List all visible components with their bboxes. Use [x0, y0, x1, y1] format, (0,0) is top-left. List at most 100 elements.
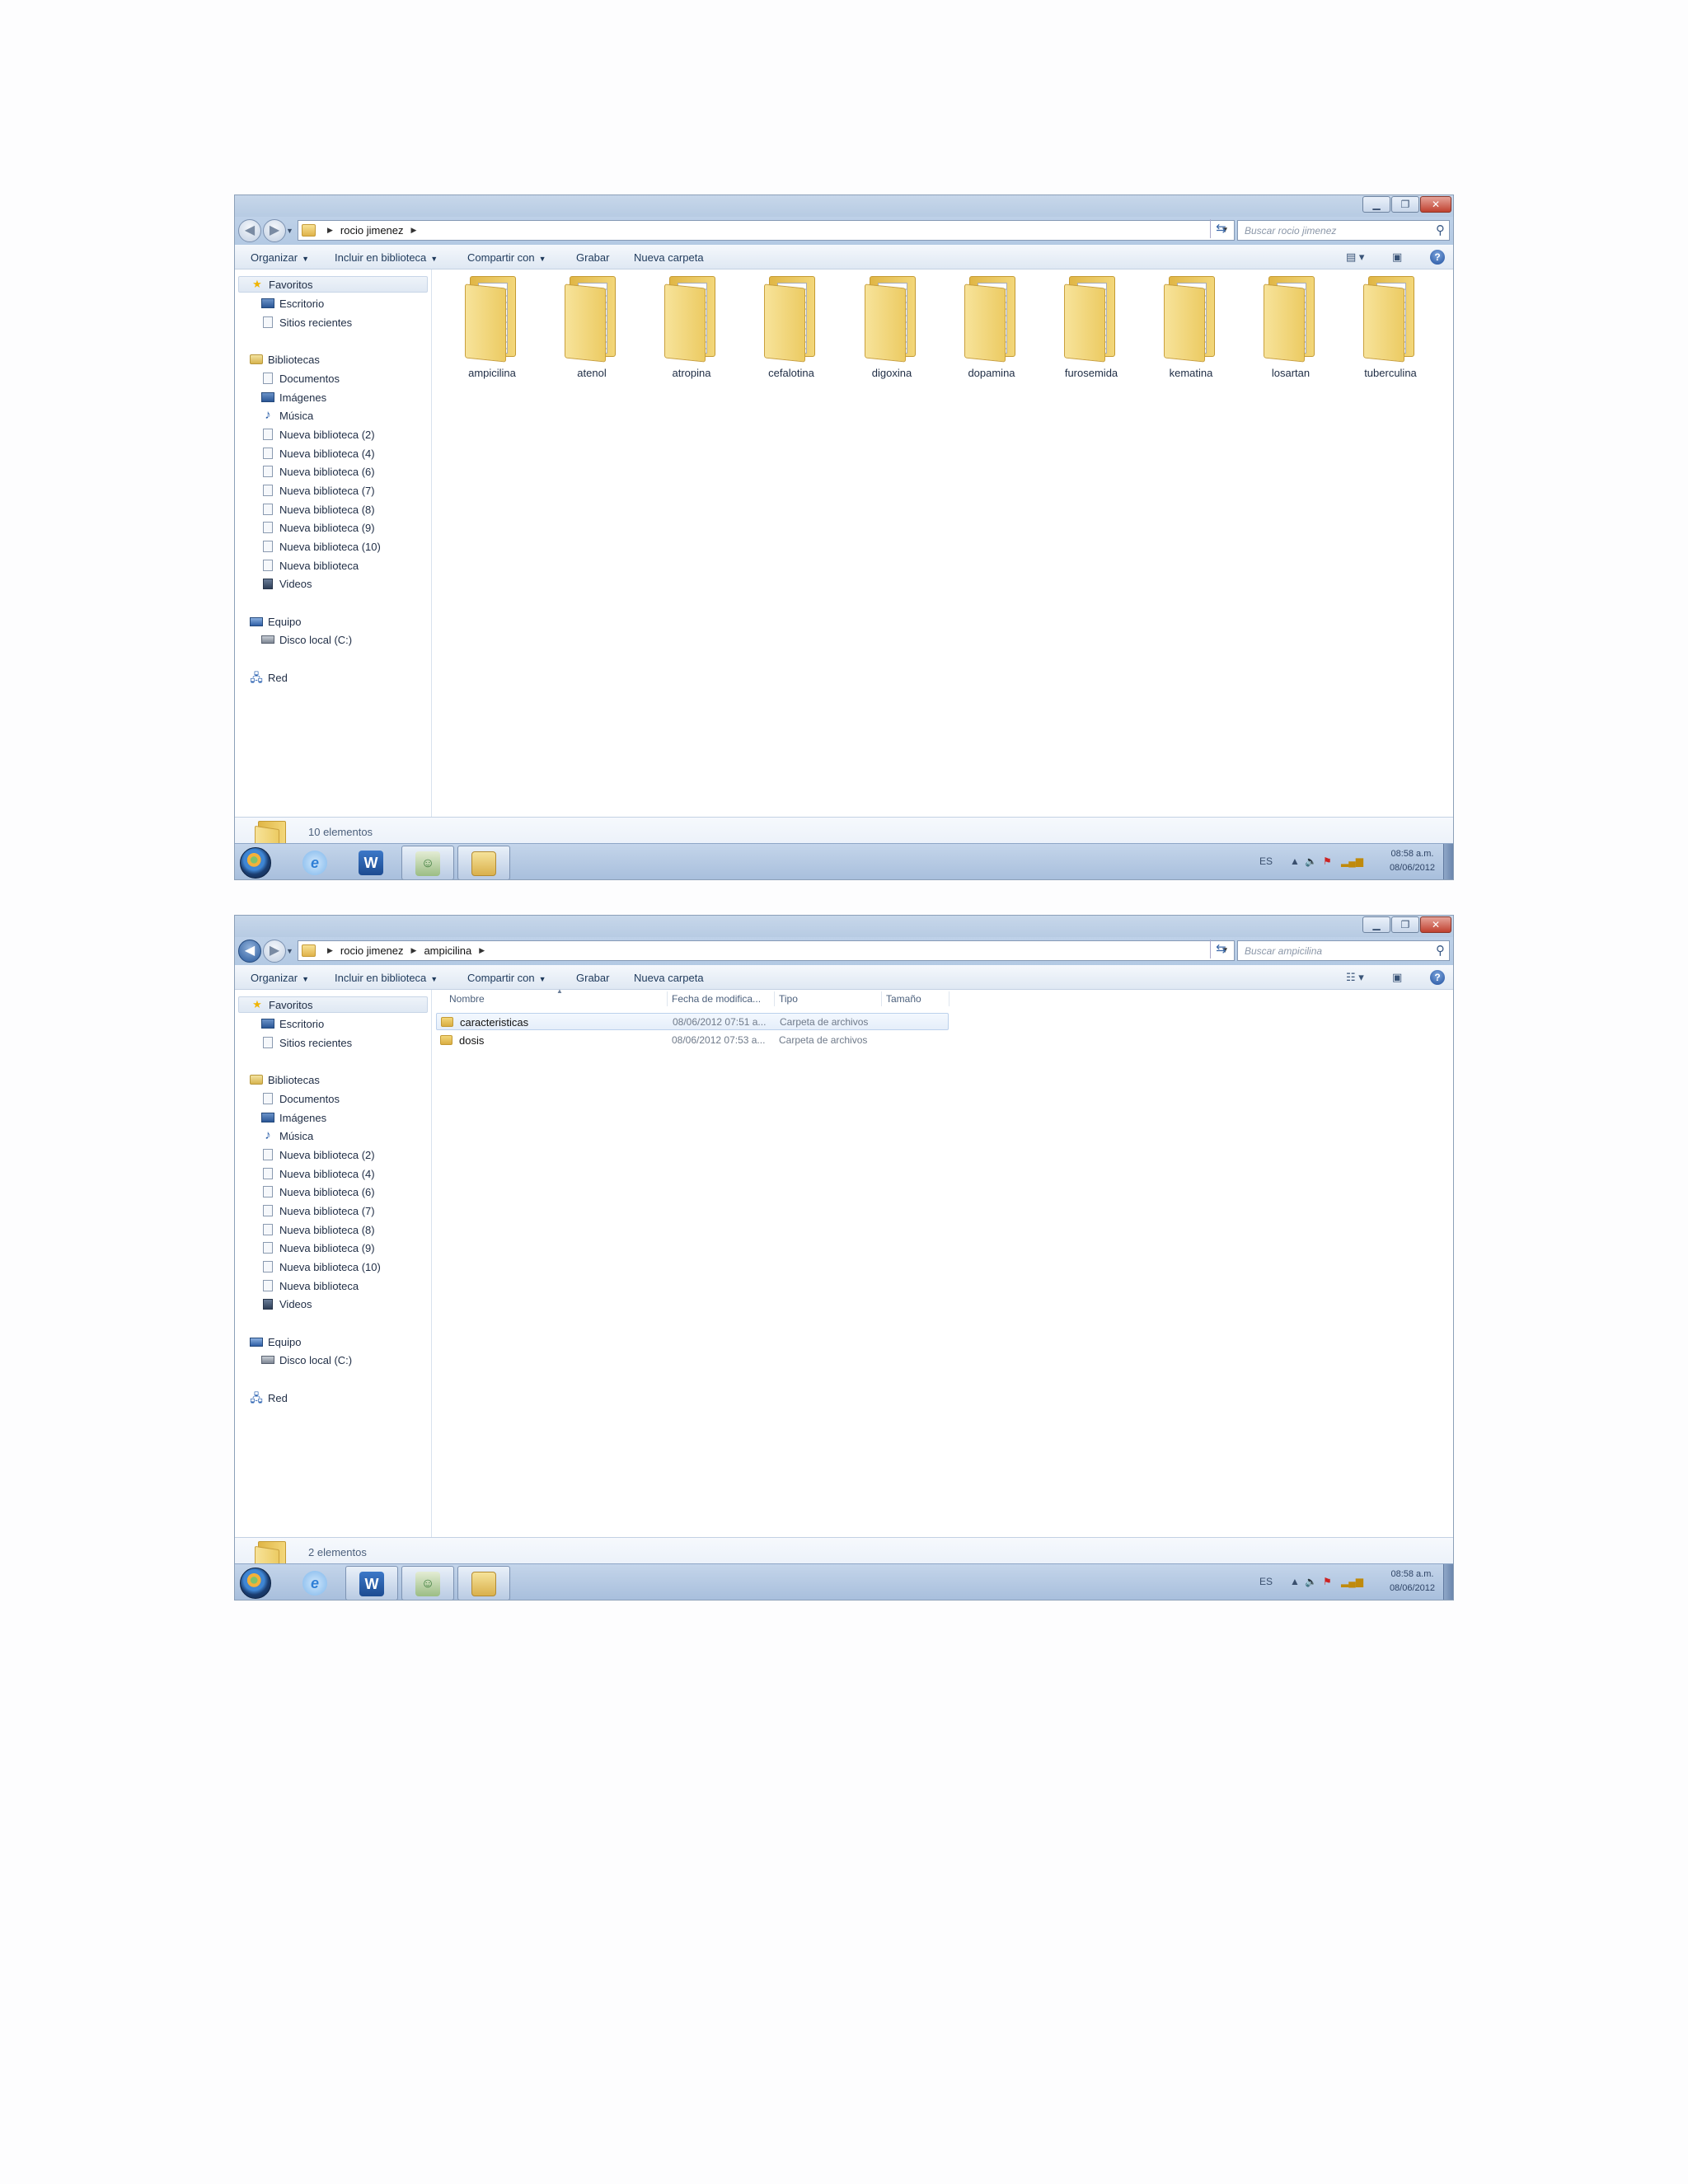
refresh-button[interactable]: ⇆	[1210, 219, 1231, 238]
nav-libraries[interactable]: Bibliotecas	[250, 1071, 320, 1088]
organize-menu[interactable]: Organizar ▼	[251, 251, 309, 264]
search-input[interactable]: Buscar rocio jimenez	[1245, 225, 1336, 237]
show-desktop-button[interactable]	[1443, 1564, 1453, 1600]
recent-pages-dropdown-icon[interactable]: ▼	[286, 947, 293, 955]
nav-library-7[interactable]: Nueva biblioteca (7)	[261, 1202, 375, 1219]
column-header-size[interactable]: Tamaño	[886, 993, 921, 1005]
breadcrumb-separator-icon[interactable]: ▶	[411, 226, 417, 235]
nav-recent-places[interactable]: Sitios recientes	[261, 314, 352, 330]
action-center-icon[interactable]: ⚑	[1323, 855, 1332, 867]
breadcrumb-ampicilina[interactable]: ampicilina	[424, 944, 471, 957]
signal-icon[interactable]: ▂▄▆	[1341, 1576, 1363, 1587]
table-row[interactable]: caracteristicas 08/06/2012 07:51 a... Ca…	[436, 1013, 949, 1030]
nav-library-4[interactable]: Nueva biblioteca (4)	[261, 445, 375, 462]
breadcrumb-rocio-jimenez[interactable]: rocio jimenez	[340, 224, 404, 237]
help-icon[interactable]: ?	[1430, 970, 1445, 985]
nav-local-disk[interactable]: Disco local (C:)	[261, 1352, 352, 1368]
nav-library-6[interactable]: Nueva biblioteca (6)	[261, 463, 375, 480]
show-hidden-icons-icon[interactable]: ▲	[1290, 855, 1300, 867]
taskbar-users[interactable]: ☺	[401, 1566, 454, 1600]
nav-library-new[interactable]: Nueva biblioteca	[261, 557, 359, 574]
forward-button[interactable]: ▶	[263, 940, 286, 963]
nav-network[interactable]: 🖧 Red	[250, 1390, 288, 1406]
folder-item[interactable]: kematina	[1142, 276, 1240, 379]
nav-videos[interactable]: Videos	[261, 1296, 312, 1312]
folder-item[interactable]: ampicilina	[443, 276, 542, 379]
nav-computer[interactable]: Equipo	[250, 1333, 301, 1350]
nav-music[interactable]: ♪ Música	[261, 1127, 313, 1144]
nav-pictures[interactable]: Imágenes	[261, 389, 326, 405]
nav-documents[interactable]: Documentos	[261, 370, 340, 387]
nav-pictures[interactable]: Imágenes	[261, 1109, 326, 1126]
new-folder-button[interactable]: Nueva carpeta	[634, 251, 704, 264]
nav-library-9[interactable]: Nueva biblioteca (9)	[261, 1240, 375, 1256]
breadcrumb-separator-icon[interactable]: ▶	[327, 946, 333, 955]
nav-computer[interactable]: Equipo	[250, 613, 301, 630]
minimize-button[interactable]: ▁	[1362, 196, 1390, 213]
nav-library-8[interactable]: Nueva biblioteca (8)	[261, 501, 375, 518]
taskbar-word[interactable]: W	[345, 846, 398, 879]
nav-favorites[interactable]: ★ Favoritos	[238, 276, 428, 293]
volume-icon[interactable]: 🔈	[1305, 855, 1317, 867]
address-bar[interactable]: ▶ rocio jimenez ▶ ampicilina ▶ ▼	[298, 940, 1235, 961]
change-view-icon[interactable]: ▤ ▾	[1346, 251, 1364, 264]
nav-desktop[interactable]: Escritorio	[261, 1015, 324, 1032]
folder-item[interactable]: furosemida	[1042, 276, 1141, 379]
nav-network[interactable]: 🖧 Red	[250, 669, 288, 686]
taskbar-word[interactable]: W	[345, 1566, 398, 1600]
folder-item[interactable]: atropina	[642, 276, 741, 379]
start-button[interactable]	[240, 1568, 271, 1599]
folder-item[interactable]: digoxina	[842, 276, 941, 379]
nav-library-new[interactable]: Nueva biblioteca	[261, 1277, 359, 1294]
nav-library-10[interactable]: Nueva biblioteca (10)	[261, 538, 381, 555]
change-view-icon[interactable]: ☷ ▾	[1346, 971, 1364, 984]
folder-item[interactable]: losartan	[1241, 276, 1340, 379]
clock[interactable]: 08:58 a.m. 08/06/2012	[1390, 1568, 1435, 1596]
search-icon[interactable]: ⚲	[1436, 223, 1445, 237]
taskbar-windows-explorer[interactable]	[457, 1566, 510, 1600]
close-button[interactable]: ✕	[1420, 916, 1451, 933]
nav-libraries[interactable]: Bibliotecas	[250, 351, 320, 368]
include-in-library-menu[interactable]: Incluir en biblioteca ▼	[335, 251, 438, 264]
column-divider[interactable]	[949, 991, 950, 1006]
column-header-name[interactable]: Nombre	[449, 993, 485, 1005]
nav-recent-places[interactable]: Sitios recientes	[261, 1034, 352, 1051]
nav-documents[interactable]: Documentos	[261, 1090, 340, 1107]
nav-library-2[interactable]: Nueva biblioteca (2)	[261, 1146, 375, 1163]
folder-item[interactable]: dopamina	[942, 276, 1041, 379]
taskbar-internet-explorer[interactable]: e	[289, 846, 342, 879]
burn-button[interactable]: Grabar	[576, 251, 609, 264]
input-language[interactable]: ES	[1259, 855, 1273, 867]
share-with-menu[interactable]: Compartir con ▼	[467, 972, 546, 984]
input-language[interactable]: ES	[1259, 1576, 1273, 1587]
folder-item[interactable]: cefalotina	[742, 276, 841, 379]
nav-videos[interactable]: Videos	[261, 575, 312, 592]
breadcrumb-separator-icon[interactable]: ▶	[327, 226, 333, 235]
folder-item[interactable]: atenol	[542, 276, 641, 379]
back-button[interactable]: ◀	[238, 219, 261, 242]
column-header-type[interactable]: Tipo	[779, 993, 798, 1005]
search-box[interactable]: Buscar ampicilina ⚲	[1237, 940, 1450, 961]
action-center-icon[interactable]: ⚑	[1323, 1576, 1332, 1587]
search-input[interactable]: Buscar ampicilina	[1245, 945, 1322, 957]
volume-icon[interactable]: 🔈	[1305, 1576, 1317, 1587]
close-button[interactable]: ✕	[1420, 196, 1451, 213]
column-divider[interactable]	[881, 991, 882, 1006]
signal-icon[interactable]: ▂▄▆	[1341, 855, 1363, 867]
taskbar-users[interactable]: ☺	[401, 846, 454, 879]
search-icon[interactable]: ⚲	[1436, 943, 1445, 958]
search-box[interactable]: Buscar rocio jimenez ⚲	[1237, 220, 1450, 241]
address-bar[interactable]: ▶ rocio jimenez ▶ ▼	[298, 220, 1235, 241]
table-row[interactable]: dosis 08/06/2012 07:53 a... Carpeta de a…	[436, 1032, 949, 1049]
restore-button[interactable]: ❐	[1391, 196, 1419, 213]
preview-pane-icon[interactable]: ▣	[1392, 251, 1402, 264]
nav-library-4[interactable]: Nueva biblioteca (4)	[261, 1165, 375, 1182]
minimize-button[interactable]: ▁	[1362, 916, 1390, 933]
show-desktop-button[interactable]	[1443, 844, 1453, 879]
nav-favorites[interactable]: ★ Favoritos	[238, 996, 428, 1013]
start-button[interactable]	[240, 847, 271, 879]
clock[interactable]: 08:58 a.m. 08/06/2012	[1390, 847, 1435, 875]
taskbar-windows-explorer[interactable]	[457, 846, 510, 879]
nav-library-7[interactable]: Nueva biblioteca (7)	[261, 482, 375, 499]
breadcrumb-separator-icon[interactable]: ▶	[411, 946, 417, 955]
